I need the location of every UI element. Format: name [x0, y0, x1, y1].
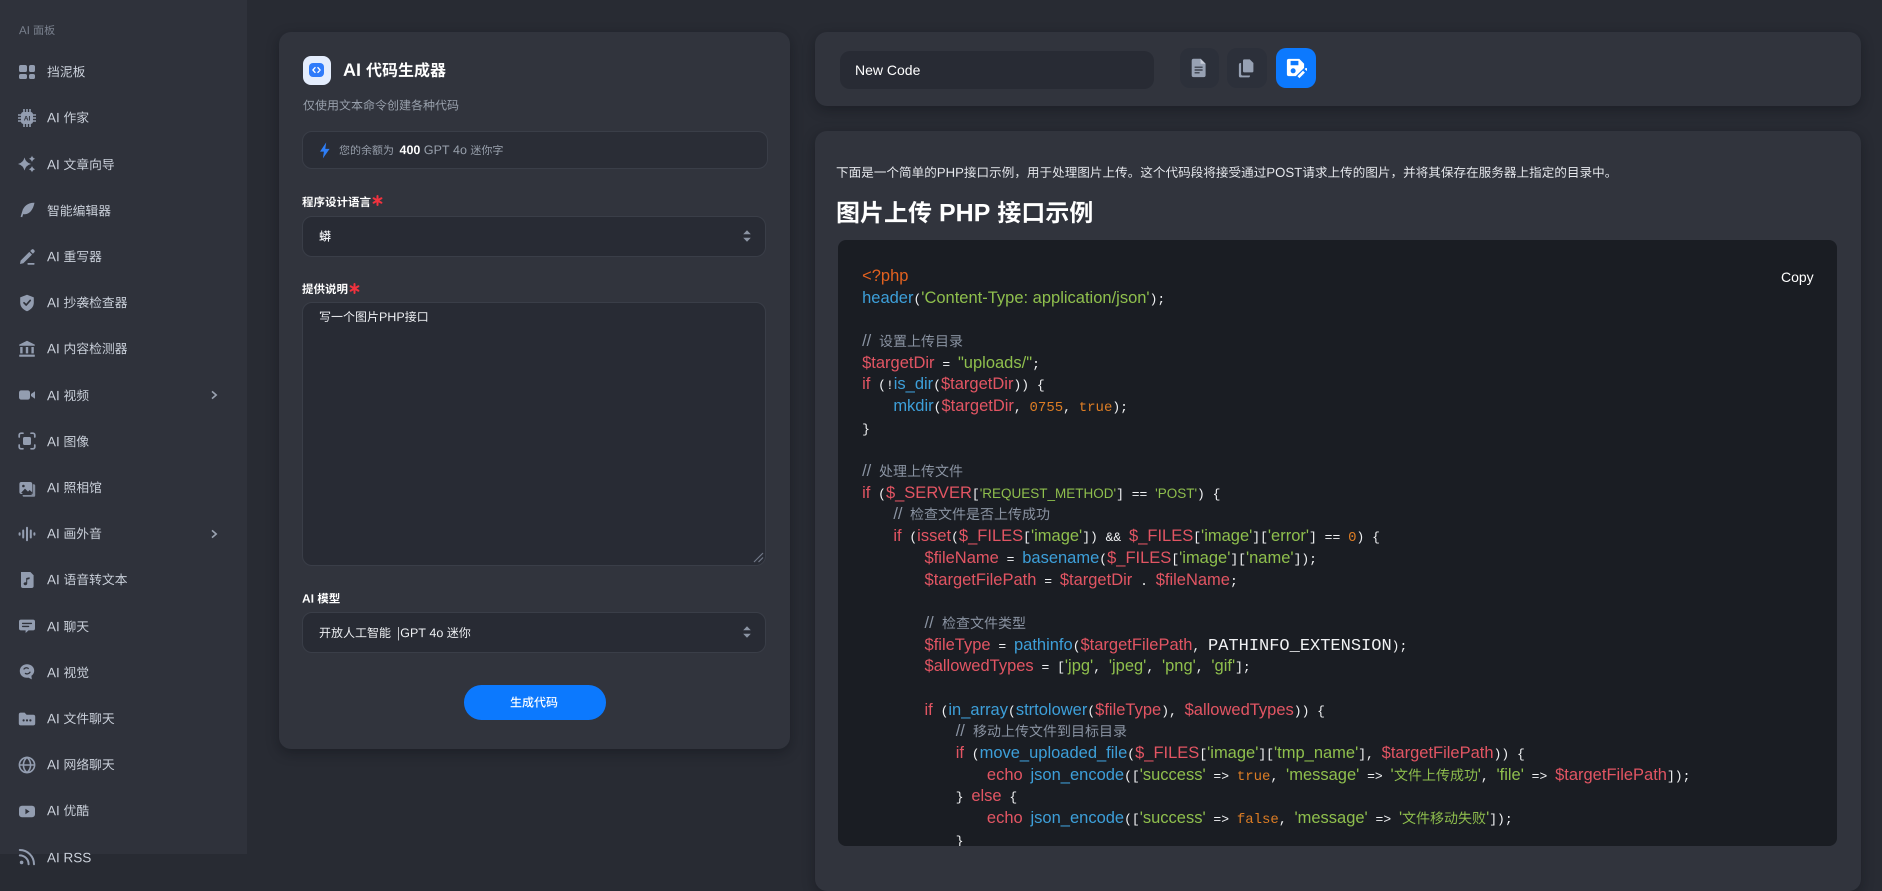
- svg-text:AI: AI: [24, 115, 31, 122]
